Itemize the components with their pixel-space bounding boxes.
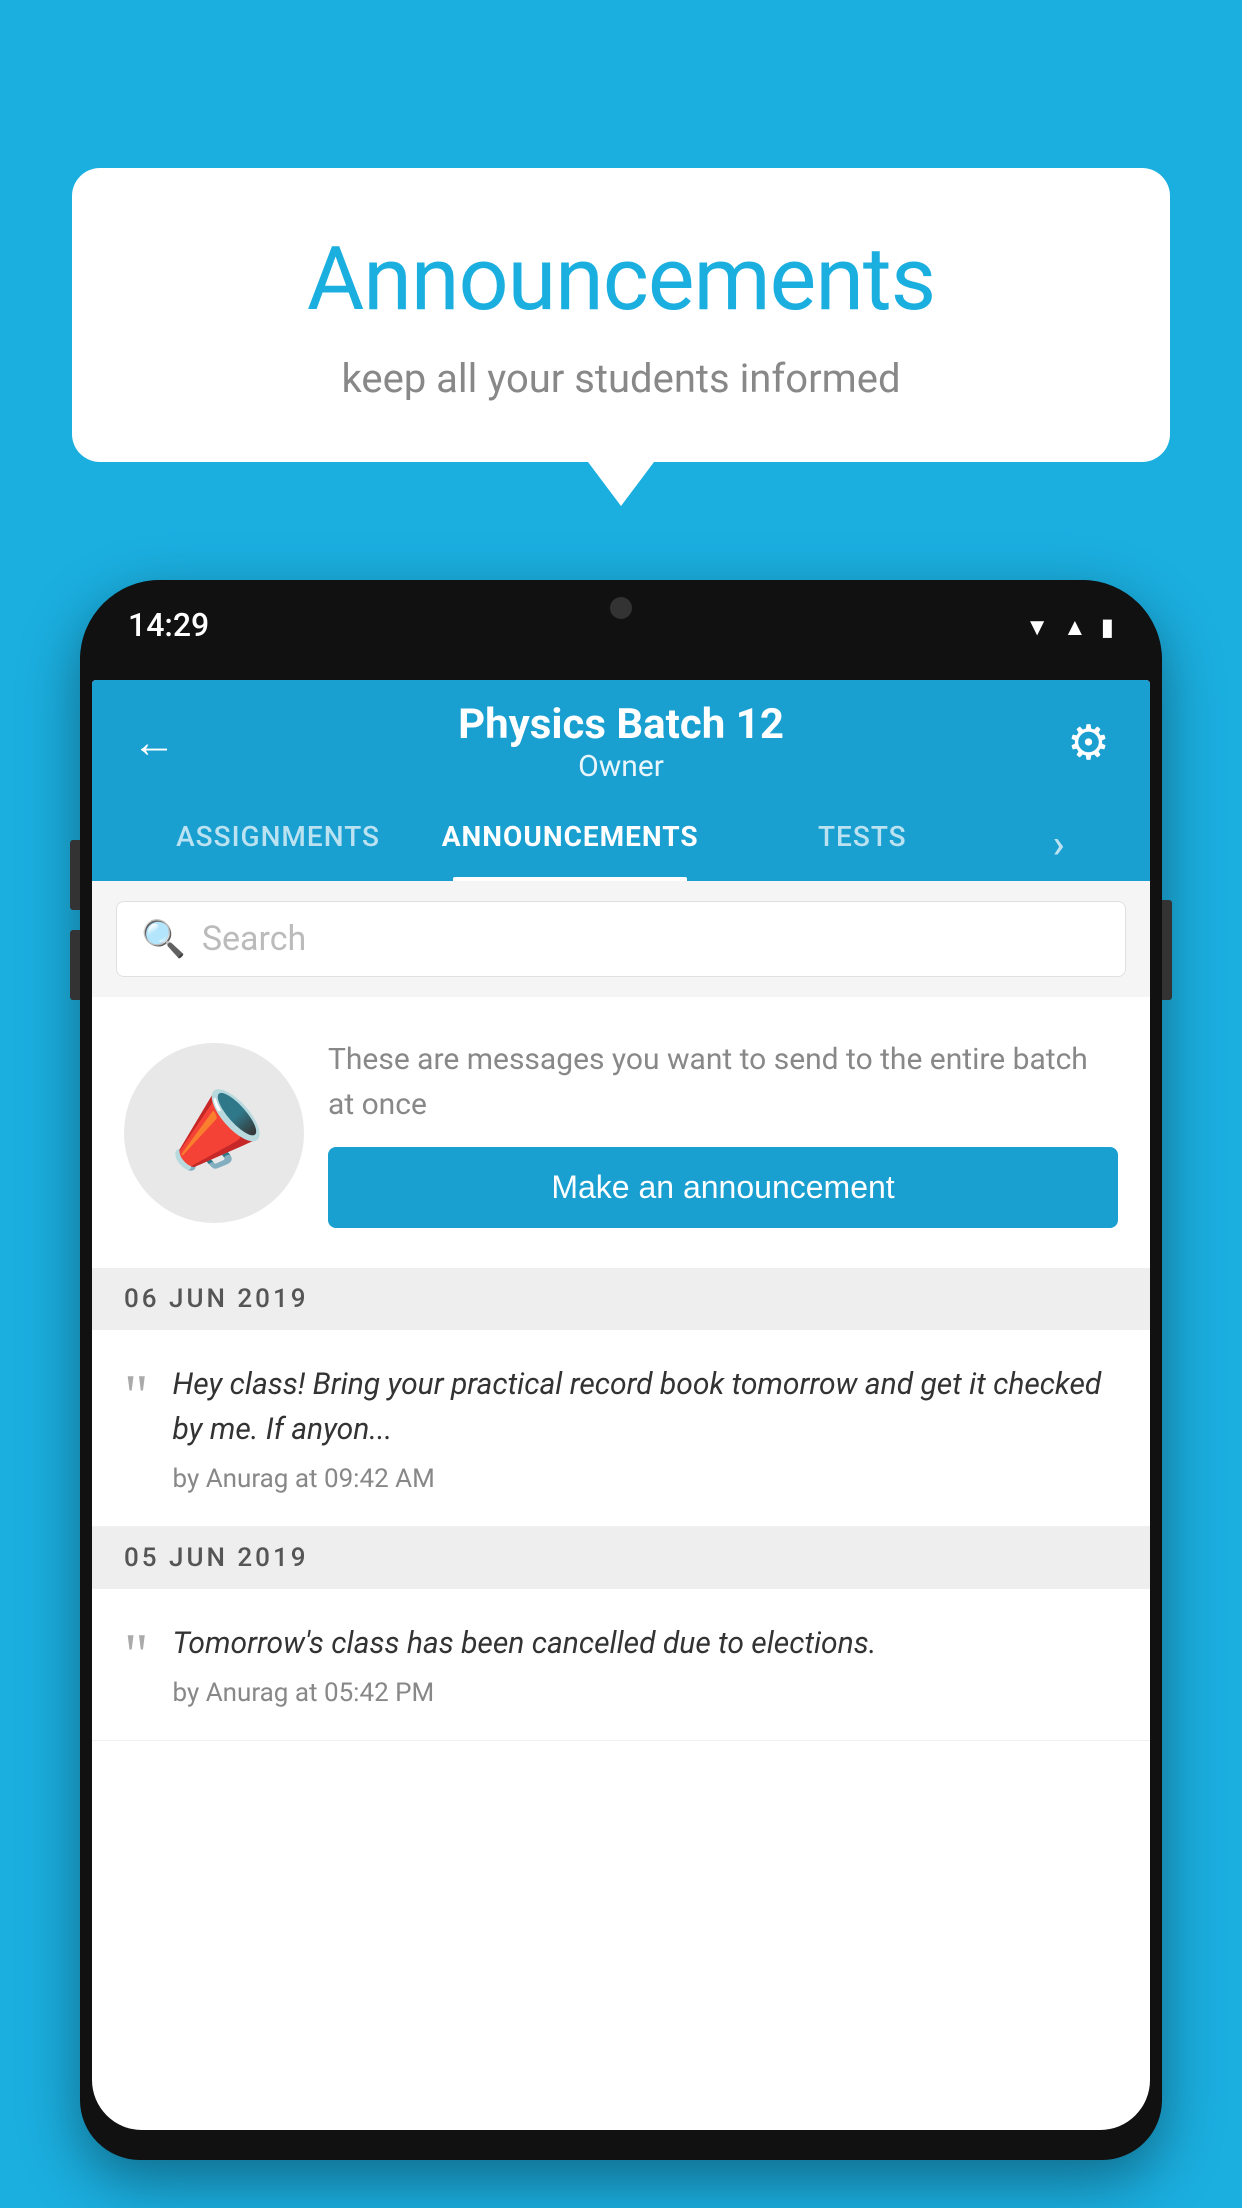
tab-announcements[interactable]: ANNOUNCEMENTS <box>424 800 716 881</box>
date-label-2: 05 JUN 2019 <box>124 1543 309 1573</box>
message-item-1[interactable]: " Hey class! Bring your practical record… <box>92 1330 1150 1527</box>
make-announcement-button[interactable]: Make an announcement <box>328 1147 1118 1228</box>
status-time: 14:29 <box>128 606 209 644</box>
phone-screen: ← Physics Batch 12 Owner ⚙ ASSIGNMENTS A… <box>92 680 1150 2130</box>
date-separator-1: 06 JUN 2019 <box>92 1268 1150 1330</box>
header-role: Owner <box>192 749 1050 784</box>
batch-name: Physics Batch 12 <box>192 700 1050 749</box>
message-text-2: Tomorrow's class has been cancelled due … <box>173 1621 1119 1666</box>
wifi-icon <box>1025 609 1049 642</box>
notch <box>541 580 701 636</box>
quote-icon-2: " <box>124 1625 149 1685</box>
message-content-1: Hey class! Bring your practical record b… <box>173 1362 1119 1494</box>
speech-bubble-container: Announcements keep all your students inf… <box>72 168 1170 462</box>
status-icons <box>1025 609 1114 642</box>
header-title-group: Physics Batch 12 Owner <box>192 700 1050 784</box>
phone-frame: 14:29 ← Physics Batch 12 Owner ⚙ <box>80 580 1162 2160</box>
quote-icon-1: " <box>124 1366 149 1426</box>
message-item-2[interactable]: " Tomorrow's class has been cancelled du… <box>92 1589 1150 1741</box>
tab-tests[interactable]: TESTS <box>716 800 1008 881</box>
message-text-1: Hey class! Bring your practical record b… <box>173 1362 1119 1452</box>
settings-button[interactable]: ⚙ <box>1050 714 1110 771</box>
search-icon: 🔍 <box>141 918 186 960</box>
search-bar[interactable]: 🔍 Search <box>116 901 1126 977</box>
promo-icon-circle: 📣 <box>124 1043 304 1223</box>
app-header-top: ← Physics Batch 12 Owner ⚙ <box>132 700 1110 800</box>
date-label-1: 06 JUN 2019 <box>124 1284 309 1314</box>
signal-icon <box>1063 609 1087 642</box>
power-button[interactable] <box>1162 900 1172 1000</box>
date-separator-2: 05 JUN 2019 <box>92 1527 1150 1589</box>
back-button[interactable]: ← <box>132 716 192 768</box>
megaphone-icon: 📣 <box>151 1071 277 1193</box>
bubble-title: Announcements <box>152 228 1090 331</box>
message-author-2: by Anurag at 05:42 PM <box>173 1678 1119 1708</box>
tab-more[interactable]: › <box>1008 800 1110 881</box>
promo-content: These are messages you want to send to t… <box>328 1037 1118 1228</box>
speech-bubble: Announcements keep all your students inf… <box>72 168 1170 462</box>
bubble-subtitle: keep all your students informed <box>152 355 1090 402</box>
tab-assignments[interactable]: ASSIGNMENTS <box>132 800 424 881</box>
app-header: ← Physics Batch 12 Owner ⚙ ASSIGNMENTS A… <box>92 680 1150 881</box>
message-content-2: Tomorrow's class has been cancelled due … <box>173 1621 1119 1708</box>
message-author-1: by Anurag at 09:42 AM <box>173 1464 1119 1494</box>
phone-top: 14:29 <box>80 580 1162 680</box>
battery-icon <box>1101 609 1114 642</box>
volume-down-button[interactable] <box>70 930 80 1000</box>
phone-container: 14:29 ← Physics Batch 12 Owner ⚙ <box>80 580 1162 2208</box>
volume-up-button[interactable] <box>70 840 80 910</box>
announcement-promo: 📣 These are messages you want to send to… <box>92 997 1150 1268</box>
search-bar-container: 🔍 Search <box>92 881 1150 997</box>
camera <box>610 597 632 619</box>
tab-bar: ASSIGNMENTS ANNOUNCEMENTS TESTS › <box>132 800 1110 881</box>
search-placeholder: Search <box>202 919 306 959</box>
promo-description: These are messages you want to send to t… <box>328 1037 1118 1127</box>
